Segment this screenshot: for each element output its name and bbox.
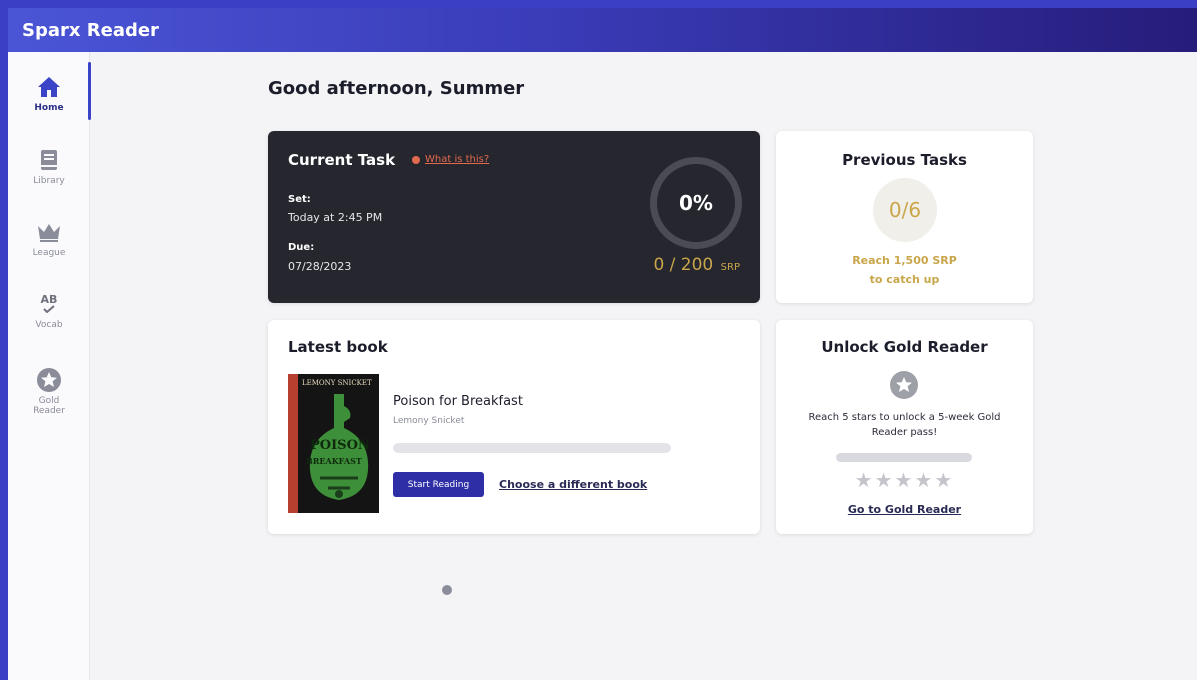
sidebar-item-label: Library (33, 175, 65, 186)
previous-tasks-note-line1: Reach 1,500 SRP (852, 254, 957, 267)
book-cover[interactable]: LEMONY SNICKET POISON BREAKFAST (288, 374, 379, 513)
crown-icon (36, 219, 62, 245)
sidebar-item-gold-reader[interactable]: Gold Reader (8, 354, 90, 428)
app-title: Sparx Reader (22, 19, 159, 41)
srp-value: 0 / 200 (653, 255, 714, 275)
latest-book-card: Latest book LEMONY SNICKET POISON BREAKF… (268, 320, 760, 534)
star-rating: ★★★★★ (854, 468, 955, 492)
progress-ring: 0% (650, 157, 742, 249)
previous-tasks-note-line2: to catch up (869, 273, 940, 286)
reading-progress-bar (393, 443, 671, 453)
srp-progress: 0 / 200 SRP (653, 255, 740, 275)
progress-percent: 0% (679, 191, 713, 215)
star-icon (36, 367, 62, 393)
gold-reader-title: Unlock Gold Reader (821, 338, 988, 356)
gold-reader-card: Unlock Gold Reader Reach 5 stars to unlo… (776, 320, 1033, 534)
top-bar: Sparx Reader (8, 8, 1197, 52)
due-value: 07/28/2023 (288, 260, 352, 273)
sidebar: Home Library League AB Vocab Gold Reader (8, 52, 91, 680)
book-author: Lemony Snicket (393, 416, 465, 426)
gold-progress-bar (836, 453, 972, 462)
sidebar-item-library[interactable]: Library (8, 135, 90, 197)
home-icon (36, 74, 62, 100)
greeting: Good afternoon, Summer (268, 78, 525, 99)
current-task-card[interactable]: Current Task What is this? Set: Today at… (268, 131, 760, 303)
vocab-icon: AB (36, 291, 62, 317)
what-is-this-text: What is this? (425, 154, 490, 165)
star-icon (890, 371, 918, 399)
cover-author: LEMONY SNICKET (302, 379, 372, 387)
previous-tasks-card[interactable]: Previous Tasks 0/6 Reach 1,500 SRP to ca… (776, 131, 1033, 303)
sidebar-item-label: Vocab (35, 319, 63, 330)
previous-tasks-title: Previous Tasks (842, 151, 967, 169)
current-task-title: Current Task (288, 151, 396, 169)
sidebar-item-label: League (32, 247, 66, 258)
set-value: Today at 2:45 PM (288, 211, 383, 224)
start-reading-button[interactable]: Start Reading (393, 472, 484, 497)
srp-unit: SRP (720, 262, 740, 273)
sidebar-item-label: Home (34, 102, 64, 113)
book-icon (36, 147, 62, 173)
vocab-icon-text: AB (40, 293, 58, 306)
sidebar-item-home[interactable]: Home (8, 62, 91, 124)
gold-reader-description: Reach 5 stars to unlock a 5-week Gold Re… (808, 412, 1001, 438)
latest-book-heading: Latest book (288, 338, 388, 356)
info-icon (412, 155, 420, 164)
set-label: Set: (288, 194, 311, 205)
choose-different-book-link[interactable]: Choose a different book (499, 478, 647, 491)
sidebar-item-vocab[interactable]: AB Vocab (8, 279, 90, 341)
previous-tasks-note: Reach 1,500 SRP to catch up (776, 251, 1033, 289)
sidebar-item-league[interactable]: League (8, 207, 90, 269)
what-is-this-link[interactable]: What is this? (412, 154, 489, 165)
cover-title-line2: BREAKFAST (306, 456, 362, 466)
due-label: Due: (288, 242, 315, 253)
app-frame: Sparx Reader Home Library League AB Voca… (8, 8, 1197, 680)
go-to-gold-reader-link[interactable]: Go to Gold Reader (776, 503, 1033, 516)
book-title: Poison for Breakfast (393, 394, 523, 409)
sidebar-item-label: Gold Reader (33, 395, 65, 416)
cover-title-line1: POISON (310, 438, 370, 453)
carousel-dot[interactable] (442, 585, 452, 595)
previous-tasks-count: 0/6 (873, 178, 937, 242)
